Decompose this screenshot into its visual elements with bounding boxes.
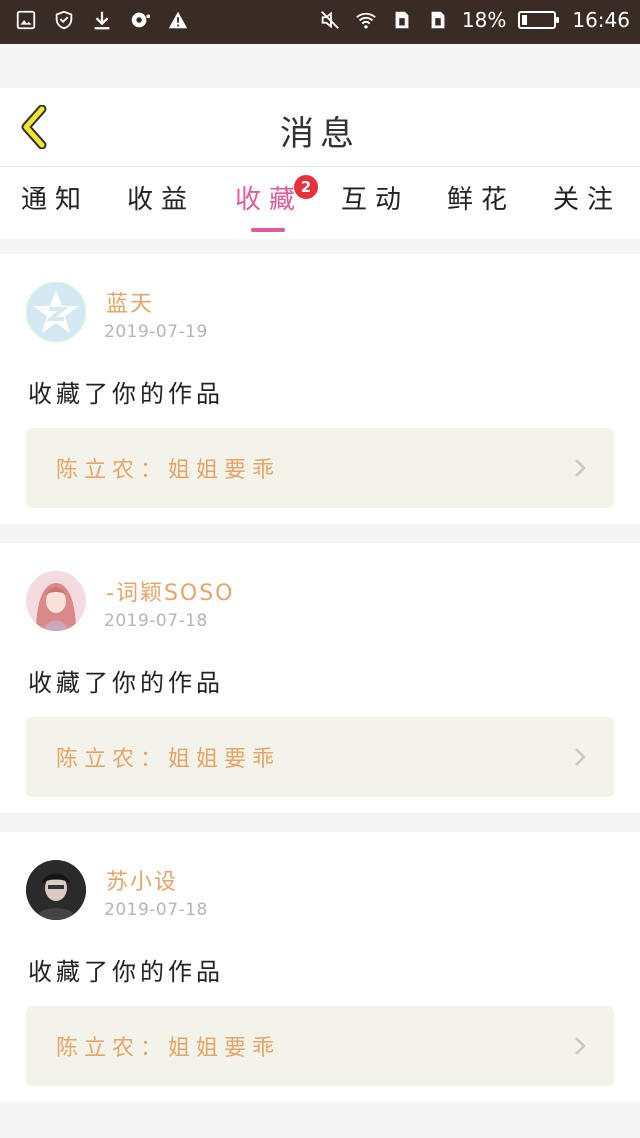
message-card: -词颖SOSO 2019-07-18 收藏了你的作品 陈立农：姐姐要乖	[0, 543, 640, 813]
message-date: 2019-07-19	[104, 322, 208, 342]
chevron-right-icon	[575, 459, 586, 477]
status-bar: 18% 16:46	[0, 0, 640, 44]
unread-badge: 2	[294, 175, 318, 199]
avatar[interactable]	[26, 282, 86, 342]
chevron-right-icon	[575, 1037, 586, 1055]
dark-photo-avatar-icon	[26, 860, 86, 920]
warning-icon	[166, 8, 190, 32]
active-tab-indicator	[251, 228, 285, 232]
message-card: 苏小设 2019-07-18 收藏了你的作品 陈立农：姐姐要乖	[0, 832, 640, 1102]
message-date: 2019-07-18	[104, 611, 208, 631]
battery-percent: 18%	[461, 8, 507, 32]
avatar[interactable]	[26, 860, 86, 920]
status-right-icons: 18% 16:46	[318, 8, 630, 32]
work-link[interactable]: 陈立农：姐姐要乖	[26, 717, 614, 797]
message-date: 2019-07-18	[104, 900, 208, 920]
sync-icon	[128, 8, 152, 32]
action-text: 收藏了你的作品	[28, 958, 224, 986]
tab-follow[interactable]: 关注	[542, 179, 632, 216]
work-title: 陈立农：姐姐要乖	[56, 458, 281, 483]
gallery-icon	[14, 8, 38, 32]
qq-default-avatar-icon	[26, 282, 86, 342]
chevron-right-icon	[575, 748, 586, 766]
sim1-icon	[390, 8, 414, 32]
work-title: 陈立农：姐姐要乖	[56, 1036, 281, 1061]
clock: 16:46	[572, 8, 630, 32]
tab-interaction[interactable]: 互动	[330, 179, 420, 216]
shield-icon	[52, 8, 76, 32]
work-link[interactable]: 陈立农：姐姐要乖	[26, 1006, 614, 1086]
work-title: 陈立农：姐姐要乖	[56, 747, 281, 772]
battery-icon	[518, 11, 560, 29]
tab-favorites-label: 收藏	[234, 185, 303, 215]
tab-favorites[interactable]: 收藏 2	[224, 175, 318, 216]
status-left-icons	[14, 8, 190, 32]
wifi-icon	[354, 8, 378, 32]
username[interactable]: 苏小设	[106, 864, 178, 896]
girl-illustration-avatar-icon	[26, 571, 86, 631]
username[interactable]: -词颖SOSO	[106, 575, 235, 607]
download-icon	[90, 8, 114, 32]
action-text: 收藏了你的作品	[28, 669, 224, 697]
avatar[interactable]	[26, 571, 86, 631]
work-link[interactable]: 陈立农：姐姐要乖	[26, 428, 614, 508]
battery-fill	[522, 15, 528, 25]
username[interactable]: 蓝天	[106, 286, 154, 318]
tab-bar: 通知 收益 收藏 2 互动 鲜花 关注	[0, 167, 640, 239]
header: 消息	[0, 88, 640, 167]
sim2-icon	[426, 8, 450, 32]
action-text: 收藏了你的作品	[28, 380, 224, 408]
mute-icon	[318, 8, 342, 32]
tab-flowers[interactable]: 鲜花	[436, 179, 526, 216]
tab-earnings[interactable]: 收益	[116, 179, 206, 216]
message-card: 蓝天 2019-07-19 收藏了你的作品 陈立农：姐姐要乖	[0, 254, 640, 524]
tab-notification[interactable]: 通知	[10, 179, 100, 216]
page-title: 消息	[280, 114, 360, 154]
